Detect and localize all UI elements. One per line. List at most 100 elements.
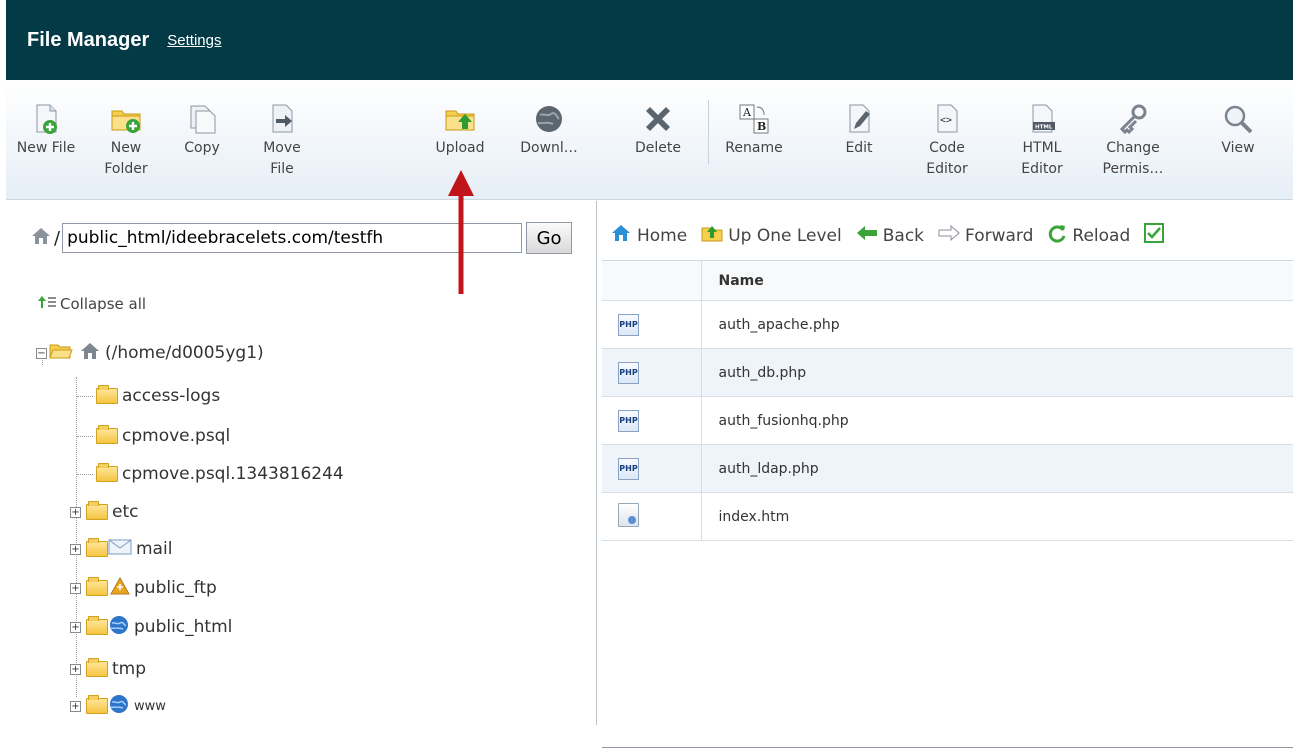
annotation-arrow [448,170,474,294]
tree-item-etc[interactable]: + etc [70,498,138,526]
table-row[interactable]: PHP auth_ldap.php [602,444,1293,493]
html-editor-icon: HTML [1025,102,1059,136]
file-name: auth_fusionhq.php [701,396,1293,445]
svg-text:A: A [742,106,752,119]
rename-button[interactable]: A B Rename [718,102,790,159]
name-column-header[interactable]: Name [701,260,1293,301]
expand-node-icon[interactable]: + [70,621,81,633]
tree-connector [77,436,93,437]
expand-node-icon[interactable]: + [70,543,81,555]
folder-icon [86,616,108,635]
file-name: index.htm [701,492,1293,541]
table-row[interactable]: PHP auth_fusionhq.php [602,396,1293,445]
home-folder-icon [79,341,101,366]
open-folder-icon [49,342,73,365]
table-header-row: Name [602,260,1293,301]
up-folder-icon [701,223,723,248]
expand-node-icon[interactable]: + [70,582,81,594]
back-arrow-icon [856,225,878,246]
svg-text:<>: <> [940,115,952,126]
expand-node-icon[interactable]: + [70,700,81,712]
code-editor-button[interactable]: <> Code Editor [911,102,983,180]
download-button[interactable]: Downl… [513,102,585,159]
php-file-icon: PHP [618,313,639,336]
reload-icon [1047,223,1067,248]
file-table: Name PHP auth_apache.php PHP auth_db.php… [602,260,1293,541]
folder-icon [86,695,108,714]
folder-icon [86,501,108,520]
collapse-node-icon[interactable]: − [36,347,47,359]
web-globe-icon [108,693,130,720]
new-file-icon [29,102,63,136]
view-button[interactable]: View [1202,102,1274,159]
tree-item-cpmove-psql-backup[interactable]: cpmove.psql.1343816244 [96,460,344,488]
copy-button[interactable]: Copy [166,102,238,159]
app-title: File Manager [27,28,150,51]
select-all-checkbox[interactable] [1144,223,1165,248]
back-button[interactable]: Back [856,225,924,246]
new-folder-icon [109,102,143,136]
table-row[interactable]: PHP auth_apache.php [602,300,1293,349]
magnifier-icon [1221,102,1255,136]
php-file-icon: PHP [618,409,639,432]
tree-root-item[interactable]: − (/home/d0005yg1) [36,339,264,367]
code-editor-icon: <> [930,102,964,136]
table-row[interactable]: index.htm [602,492,1293,541]
toolbar-separator [708,100,709,164]
edit-button[interactable]: Edit [823,102,895,159]
php-file-icon: PHP [618,457,639,480]
html-editor-button[interactable]: HTML HTML Editor [1006,102,1078,180]
tree-item-public-ftp[interactable]: + public_ftp [70,574,217,602]
tree-connector [77,396,93,397]
tree-item-tmp[interactable]: + tmp [70,655,146,683]
tree-item-mail[interactable]: + mail [70,535,172,563]
new-folder-button[interactable]: New Folder [90,102,162,180]
tree-item-access-logs[interactable]: access-logs [96,382,220,410]
file-name: auth_ldap.php [701,444,1293,493]
upload-button[interactable]: Upload [424,102,496,159]
checkbox-checked-icon [1144,223,1165,248]
forward-button[interactable]: Forward [938,224,1033,246]
up-one-level-button[interactable]: Up One Level [701,223,842,248]
move-file-button[interactable]: Move File [246,102,318,180]
folder-icon [96,463,118,482]
new-file-button[interactable]: New File [10,102,82,159]
move-file-icon [265,102,299,136]
directory-tree: − (/home/d0005yg1) access-logs cpmove.ps… [0,201,597,725]
upload-icon [443,102,477,136]
folder-icon [86,658,108,677]
expand-node-icon[interactable]: + [70,663,81,675]
icon-column-header [602,260,702,301]
globe-icon [532,102,566,136]
ftp-icon [110,576,130,600]
reload-button[interactable]: Reload [1047,223,1130,248]
rename-icon: A B [737,102,771,136]
web-globe-icon [108,614,130,641]
pencil-icon [842,102,876,136]
delete-button[interactable]: Delete [622,102,694,159]
directory-tree-pane: / Go Collapse all − (/home [0,201,597,725]
app-header: File Manager Settings [6,0,1293,80]
expand-node-icon[interactable]: + [70,506,81,518]
tree-item-www[interactable]: + www [70,692,166,720]
settings-link[interactable]: Settings [167,32,221,49]
key-icon [1116,102,1150,136]
php-file-icon: PHP [618,361,639,384]
change-permissions-button[interactable]: Change Permis… [1097,102,1169,180]
file-list-pane: Home Up One Level Back Forward Reload Na… [598,201,1293,748]
folder-icon [86,538,108,557]
home-nav-button[interactable]: Home [610,223,687,248]
toolbar: New File New Folder Copy Move File Uploa… [6,80,1293,200]
tree-connector [77,474,93,475]
tree-root-label: (/home/d0005yg1) [105,343,264,363]
navigation-bar: Home Up One Level Back Forward Reload [610,223,1178,248]
tree-item-public-html[interactable]: + public_html [70,613,232,641]
copy-icon [185,102,219,136]
delete-x-icon [641,102,675,136]
table-row[interactable]: PHP auth_db.php [602,348,1293,397]
html-file-icon [618,502,639,527]
file-name: auth_apache.php [701,300,1293,349]
tree-item-cpmove-psql[interactable]: cpmove.psql [96,422,230,450]
folder-icon [96,385,118,404]
folder-icon [86,577,108,596]
